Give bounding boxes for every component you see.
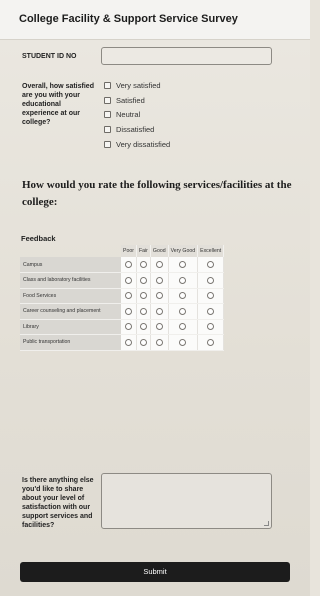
checkbox[interactable] [104, 110, 111, 118]
student-id-label: STUDENT ID NO [22, 53, 77, 60]
option-very-satisfied[interactable]: Very satisfied [104, 80, 161, 90]
feedback-title: Feedback [21, 234, 56, 243]
feedback-matrix: Poor Fair Good Very Good Excellent Campu… [20, 245, 225, 351]
radio-button[interactable] [207, 261, 215, 268]
radio-button[interactable] [139, 323, 147, 331]
column-header: Fair [136, 245, 151, 257]
checkbox[interactable] [104, 81, 111, 89]
form-title: College Facility & Support Service Surve… [19, 13, 238, 25]
student-id-input[interactable] [101, 47, 272, 65]
comments-textarea[interactable] [101, 473, 272, 529]
radio-button[interactable] [179, 338, 187, 346]
radio-button[interactable] [139, 276, 147, 284]
matrix-row: Food Services [20, 288, 225, 304]
option-very-dissatisfied[interactable]: Very dissatisfied [104, 139, 170, 149]
radio-button[interactable] [207, 338, 215, 346]
radio-button[interactable] [139, 338, 147, 346]
radio-button[interactable] [207, 307, 215, 315]
radio-button[interactable] [207, 323, 215, 331]
column-header: Very Good [168, 245, 199, 257]
radio-button[interactable] [207, 276, 215, 284]
row-label: Public transportation [20, 334, 121, 351]
radio-button[interactable] [139, 307, 147, 315]
radio-button[interactable] [124, 338, 132, 346]
checkbox[interactable] [104, 96, 111, 104]
radio-button[interactable] [155, 261, 163, 268]
radio-button[interactable] [139, 292, 147, 300]
radio-button[interactable] [124, 323, 132, 331]
radio-button[interactable] [155, 338, 163, 346]
radio-button[interactable] [179, 307, 187, 315]
submit-button[interactable]: Submit [20, 562, 290, 582]
column-header: Poor [121, 245, 137, 257]
column-header: Good [150, 245, 169, 257]
option-neutral[interactable]: Neutral [104, 109, 140, 119]
radio-button[interactable] [207, 292, 215, 300]
radio-button[interactable] [179, 323, 187, 331]
radio-button[interactable] [124, 292, 132, 300]
radio-button[interactable] [179, 276, 187, 284]
checkbox[interactable] [104, 125, 111, 133]
matrix-row: Public transportation [20, 334, 225, 351]
radio-button[interactable] [155, 307, 163, 315]
option-dissatisfied[interactable]: Dissatisfied [104, 124, 154, 134]
column-header: Excellent [197, 245, 225, 257]
radio-button[interactable] [179, 292, 187, 300]
radio-button[interactable] [124, 276, 132, 284]
matrix-row: Campus [20, 257, 225, 273]
services-heading: How would you rate the following service… [22, 179, 292, 208]
resize-handle-icon[interactable] [264, 521, 269, 526]
option-satisfied[interactable]: Satisfied [104, 95, 145, 105]
radio-button[interactable] [155, 323, 163, 331]
row-label: Class and laboratory facilities [20, 272, 121, 289]
radio-button[interactable] [124, 261, 132, 268]
row-label: Career counseling and placement [20, 303, 121, 320]
form-header: College Facility & Support Service Surve… [0, 0, 310, 40]
satisfaction-question: Overall, how satisfied are you with your… [22, 83, 94, 126]
survey-page: College Facility & Support Service Surve… [0, 0, 310, 596]
row-label: Food Services [20, 288, 121, 304]
radio-button[interactable] [155, 292, 163, 300]
radio-button[interactable] [139, 261, 147, 268]
matrix-row: Class and laboratory facilities [20, 272, 225, 289]
matrix-row: Career counseling and placement [20, 303, 225, 320]
radio-button[interactable] [179, 261, 187, 268]
radio-button[interactable] [124, 307, 132, 315]
checkbox[interactable] [104, 140, 111, 148]
comments-question: Is there anything else you'd like to sha… [22, 477, 94, 529]
matrix-row: Library [20, 319, 225, 335]
row-label: Library [20, 319, 121, 335]
row-label: Campus [20, 257, 121, 273]
radio-button[interactable] [155, 276, 163, 284]
